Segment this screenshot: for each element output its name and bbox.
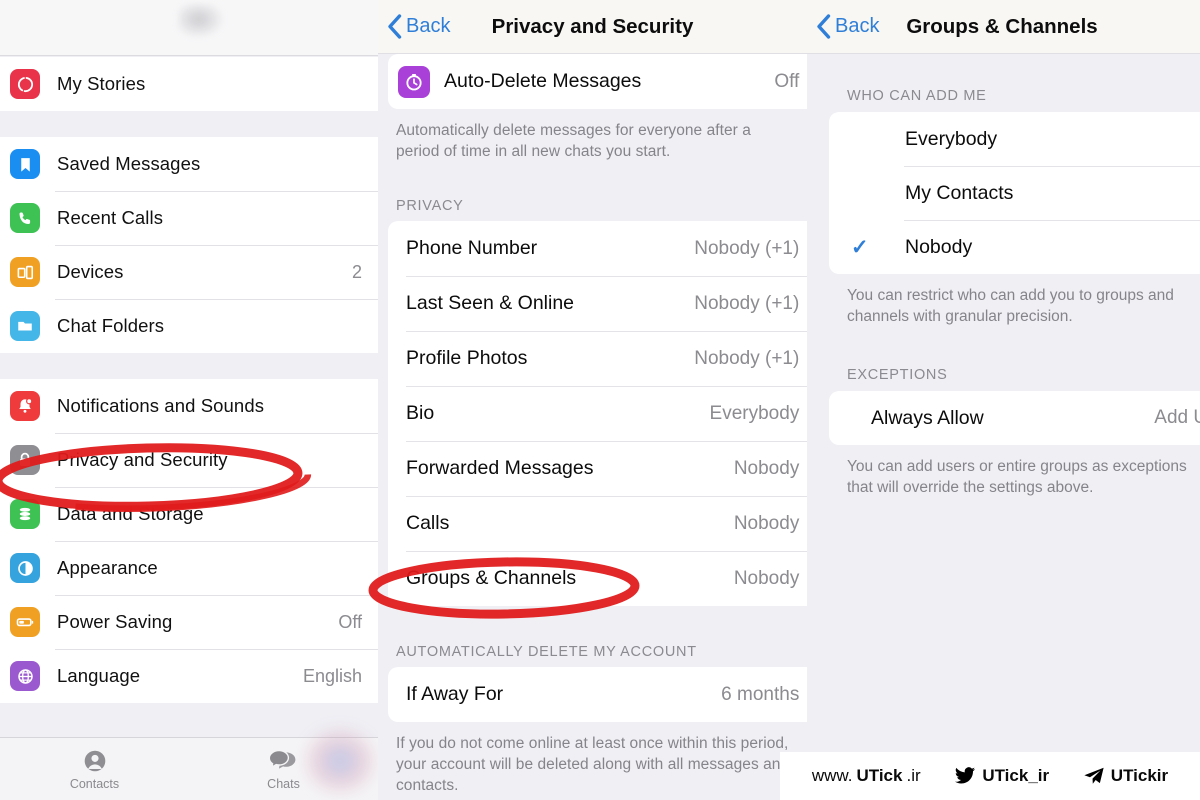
groups-and-channels-highlight [368,557,640,619]
watermark-twitter: UTick_ir [952,765,1049,787]
screenshot-stage: My Stories Saved Messages Recent Calls D… [0,0,1200,800]
telegram-handle: UTickir [1110,766,1169,785]
watermark-website: www. UTick .ir [812,766,921,786]
twitter-icon [955,767,976,784]
site-tld: .ir [906,766,921,785]
site-brand: UTick [856,766,903,785]
telegram-icon [1084,767,1104,784]
site-prefix: www. [811,766,853,785]
watermark-bar: www. UTick .ir UTick_ir UTickir [780,752,1200,800]
watermark-telegram: UTickir [1081,765,1168,787]
annotation-overlay [0,443,640,619]
twitter-handle: UTick_ir [982,766,1050,785]
